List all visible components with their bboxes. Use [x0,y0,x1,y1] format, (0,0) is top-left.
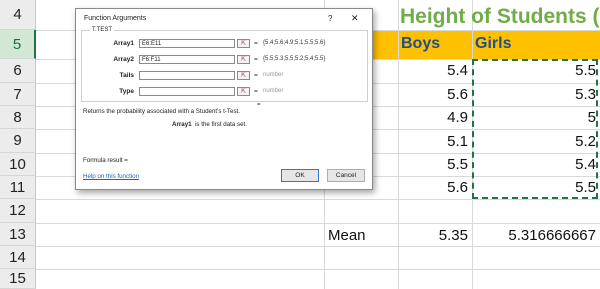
boys-cell[interactable]: 5.4 [398,62,468,79]
argument-description: Array1 is the first data set. [172,121,247,128]
boys-cell[interactable]: 4.9 [398,109,468,126]
row-header-8[interactable]: 8 [0,106,36,129]
function-name: T.TEST [90,27,115,33]
gridline [36,246,600,247]
tails-result: number [263,72,284,78]
collapse-dialog-icon[interactable]: ⇱ [237,55,250,64]
help-icon[interactable]: ? [328,14,332,23]
boys-header-cell[interactable]: Boys [401,35,440,53]
tails-label: Tails [119,72,134,79]
row-number: 7 [13,85,22,103]
equals-sign: = [254,40,258,47]
row-header-4[interactable]: 4 [0,0,36,30]
row-number: 12 [9,202,26,219]
help-link[interactable]: Help on this function [83,173,139,180]
result-equals-sign: = [257,102,261,108]
row-header-9[interactable]: 9 [0,129,36,153]
row-number: 11 [9,178,26,196]
sheet-title[interactable]: Height of Students (I [400,5,600,29]
dialog-titlebar[interactable]: Function Arguments ? ✕ [76,9,372,29]
row-number: 5 [12,35,22,53]
row-number: 15 [9,270,26,287]
boys-cell[interactable]: 5.6 [398,179,468,196]
collapse-dialog-icon[interactable]: ⇱ [237,87,250,96]
array2-input[interactable]: F6:F11 [139,55,235,64]
copy-selection-marquee [472,59,598,199]
collapse-dialog-icon[interactable]: ⇱ [237,71,250,80]
row-number: 6 [13,62,22,79]
row-number: 9 [13,132,22,149]
mean-label-cell[interactable]: Mean [328,227,366,244]
array1-result: {5.4;5.6;4.9;5.1;5.5;5.6} [263,40,326,46]
girls-header-cell[interactable]: Girls [475,35,511,53]
mean-boys-cell[interactable]: 5.35 [398,227,468,244]
boys-cell[interactable]: 5.5 [398,156,468,173]
row-number: 4 [13,6,22,23]
formula-result: Formula result = [83,157,128,164]
collapse-dialog-icon[interactable]: ⇱ [237,39,250,48]
arguments-group: T.TEST Array1 E6:E11 ⇱ = {5.4;5.6;4.9;5.… [81,27,368,102]
row-header-7[interactable]: 7 [0,83,36,106]
type-input[interactable] [139,87,235,96]
ok-button[interactable]: OK [281,169,319,182]
dialog-title: Function Arguments [84,15,147,22]
array1-label: Array1 [113,40,134,47]
equals-sign: = [254,88,258,95]
type-label: Type [119,88,134,95]
argument-help-text: is the first data set. [195,121,247,128]
boys-cell[interactable]: 5.6 [398,86,468,103]
row-number: 13 [9,225,26,243]
function-arguments-dialog: Function Arguments ? ✕ T.TEST Array1 E6:… [75,8,373,190]
close-icon[interactable]: ✕ [351,13,359,24]
function-description: Returns the probability associated with … [83,108,240,115]
gridline [36,223,600,224]
array2-label: Array2 [113,56,134,63]
row-header-13[interactable]: 13 [0,223,36,246]
row-header-6[interactable]: 6 [0,59,36,83]
mean-girls-cell[interactable]: 5.316666667 [472,227,596,244]
row-header-5[interactable]: 5 [0,30,36,59]
row-number: 10 [9,155,26,173]
boys-cell[interactable]: 5.1 [398,133,468,150]
tails-input[interactable] [139,71,235,80]
row-number: 8 [13,108,22,126]
type-result: number [263,88,284,94]
equals-sign: = [254,56,258,63]
gridline [36,269,600,270]
row-header-10[interactable]: 10 [0,153,36,176]
cancel-button[interactable]: Cancel [327,169,365,182]
row-header-11[interactable]: 11 [0,176,36,199]
array1-input[interactable]: E6:E11 [139,39,235,48]
row-header-14[interactable]: 14 [0,246,36,269]
array2-result: {5.5;5.3;5.5;5.2;5.4;5.5} [263,56,326,62]
gridline [36,199,600,200]
row-header-15[interactable]: 15 [0,269,36,289]
equals-sign: = [254,72,258,79]
argument-name: Array1 [172,121,192,128]
row-number: 14 [9,248,26,266]
row-header-12[interactable]: 12 [0,199,36,223]
